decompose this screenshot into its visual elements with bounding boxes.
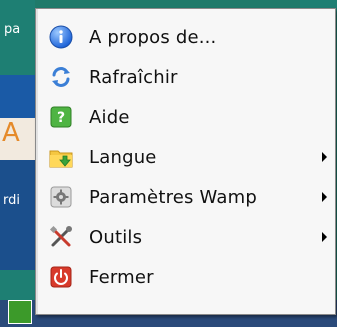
desktop-text-fragment-2: A [2, 118, 20, 148]
menu-item-close-label: Fermer [89, 266, 154, 288]
tools-icon [48, 224, 74, 250]
menu-item-wamp-settings[interactable]: Paramètres Wamp [36, 179, 335, 215]
menu-item-language[interactable]: Langue [36, 139, 335, 175]
menu-item-tools[interactable]: Outils [36, 219, 335, 255]
desktop-window-fragment-3 [0, 160, 35, 270]
submenu-arrow-icon [322, 192, 327, 202]
menu-item-refresh[interactable]: Rafraîchir [36, 59, 335, 95]
menu-item-help-label: Aide [89, 106, 130, 128]
menu-item-wamp-settings-label: Paramètres Wamp [89, 186, 257, 208]
submenu-arrow-icon [322, 152, 327, 162]
menu-item-close[interactable]: Fermer [36, 259, 335, 295]
taskbar-app-icon [8, 300, 32, 324]
desktop-window-fragment [0, 75, 35, 120]
refresh-icon [48, 64, 74, 90]
desktop-text-fragment-1: pa [4, 22, 21, 37]
menu-item-tools-label: Outils [89, 226, 143, 248]
submenu-arrow-icon [322, 232, 327, 242]
settings-gear-icon [48, 184, 74, 210]
svg-text:?: ? [57, 110, 65, 126]
menu-item-language-label: Langue [89, 146, 157, 168]
menu-item-about[interactable]: A propos de... [36, 19, 335, 55]
language-folder-icon [48, 144, 74, 170]
menu-item-about-label: A propos de... [89, 26, 217, 48]
menu-item-refresh-label: Rafraîchir [89, 66, 178, 88]
menu-item-help[interactable]: ? Aide [36, 99, 335, 135]
help-icon: ? [48, 104, 74, 130]
power-icon [48, 264, 74, 290]
info-icon [48, 24, 74, 50]
wamp-tray-context-menu: A propos de... Rafraîchir ? Aide Langue … [35, 8, 336, 315]
desktop-text-fragment-3: rdi [3, 193, 20, 208]
